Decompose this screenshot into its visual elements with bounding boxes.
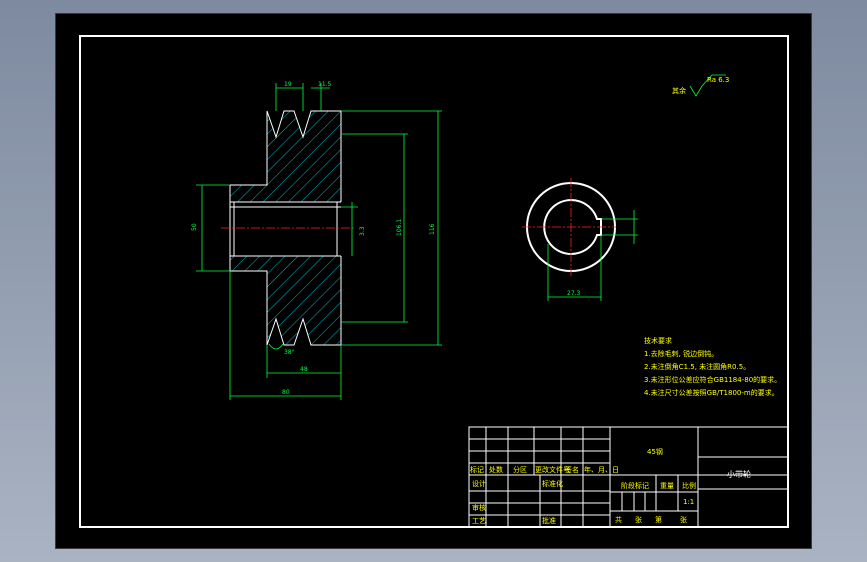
dim-key-depth: 27.3 <box>567 290 581 297</box>
tech-req-item-3: 3.未注形位公差应符合GB1184-80的要求。 <box>644 375 781 384</box>
tb-scale-label: 比例 <box>682 481 696 490</box>
pulley-section-view: 19 11.5 50 3.3 106.1 116 38° 48 80 <box>191 81 442 400</box>
tech-req-item-1: 1.去除毛刺, 锐边倒钝。 <box>644 349 718 358</box>
tb-scale: 1:1 <box>683 498 694 506</box>
dim-rim-width: 48 <box>300 366 308 373</box>
dim-keyway-depth: 3.3 <box>359 226 366 236</box>
dim-overall-width: 80 <box>282 389 290 396</box>
dim-pitch-diameter: 106.1 <box>396 219 403 236</box>
tech-req-title: 技术要求 <box>644 336 672 345</box>
dim-groove-width: 11.5 <box>318 81 332 88</box>
hatch-upper <box>230 111 341 202</box>
tb-rev-header-1: 标记 <box>470 465 484 474</box>
hatch-lower <box>230 256 341 345</box>
tb-sheet-2: 张 <box>635 515 642 524</box>
cad-drawing: 19 11.5 50 3.3 106.1 116 38° 48 80 27.3 … <box>79 35 789 528</box>
tb-approve: 批准 <box>542 516 556 525</box>
tb-rev-header-3: 分区 <box>513 465 527 474</box>
tb-standardize: 标准化 <box>542 479 563 488</box>
dim-hub-diameter: 50 <box>191 223 198 231</box>
tb-material: 45钢 <box>647 447 663 456</box>
dim-groove-pitch: 19 <box>284 81 292 88</box>
drawing-border <box>79 35 789 528</box>
tb-process: 工艺 <box>472 517 486 525</box>
tb-sheet-4: 张 <box>680 515 687 524</box>
tb-rev-header-6: 年、月、日 <box>584 465 619 474</box>
dim-outer-diameter: 116 <box>429 223 436 235</box>
tb-weight: 重量 <box>660 482 674 490</box>
roughness-note: 其余 Ra 6.3 <box>672 74 729 97</box>
roughness-label: 其余 <box>672 86 686 95</box>
tech-requirements: 技术要求 1.去除毛刺, 锐边倒钝。 2.未注倒角C1.5, 未注圆角R0.5。… <box>644 336 781 397</box>
tb-stage-mark: 阶段标记 <box>621 481 649 490</box>
dim-groove-angle: 38° <box>284 349 295 356</box>
drawing-viewport[interactable]: 19 11.5 50 3.3 106.1 116 38° 48 80 27.3 … <box>55 13 812 549</box>
tb-rev-header-5: 签名 <box>565 465 579 474</box>
tb-sheet-1: 共 <box>615 515 622 524</box>
tb-rev-header-2: 处数 <box>489 465 503 474</box>
tb-design: 设计 <box>472 479 486 488</box>
title-block: 45钢 小带轮 标记 处数 分区 更改文件号 签名 年、月、日 设计 标准化 阶… <box>468 426 789 528</box>
tb-review: 审核 <box>472 503 486 512</box>
tb-part-name: 小带轮 <box>727 469 751 479</box>
tech-req-item-2: 2.未注倒角C1.5, 未注圆角R0.5。 <box>644 362 750 371</box>
tb-sheet-3: 第 <box>655 515 662 524</box>
tech-req-item-4: 4.未注尺寸公差按照GB/T1800-m的要求。 <box>644 388 779 397</box>
roughness-value: Ra 6.3 <box>707 76 729 84</box>
pulley-end-view: 27.3 <box>522 178 638 301</box>
